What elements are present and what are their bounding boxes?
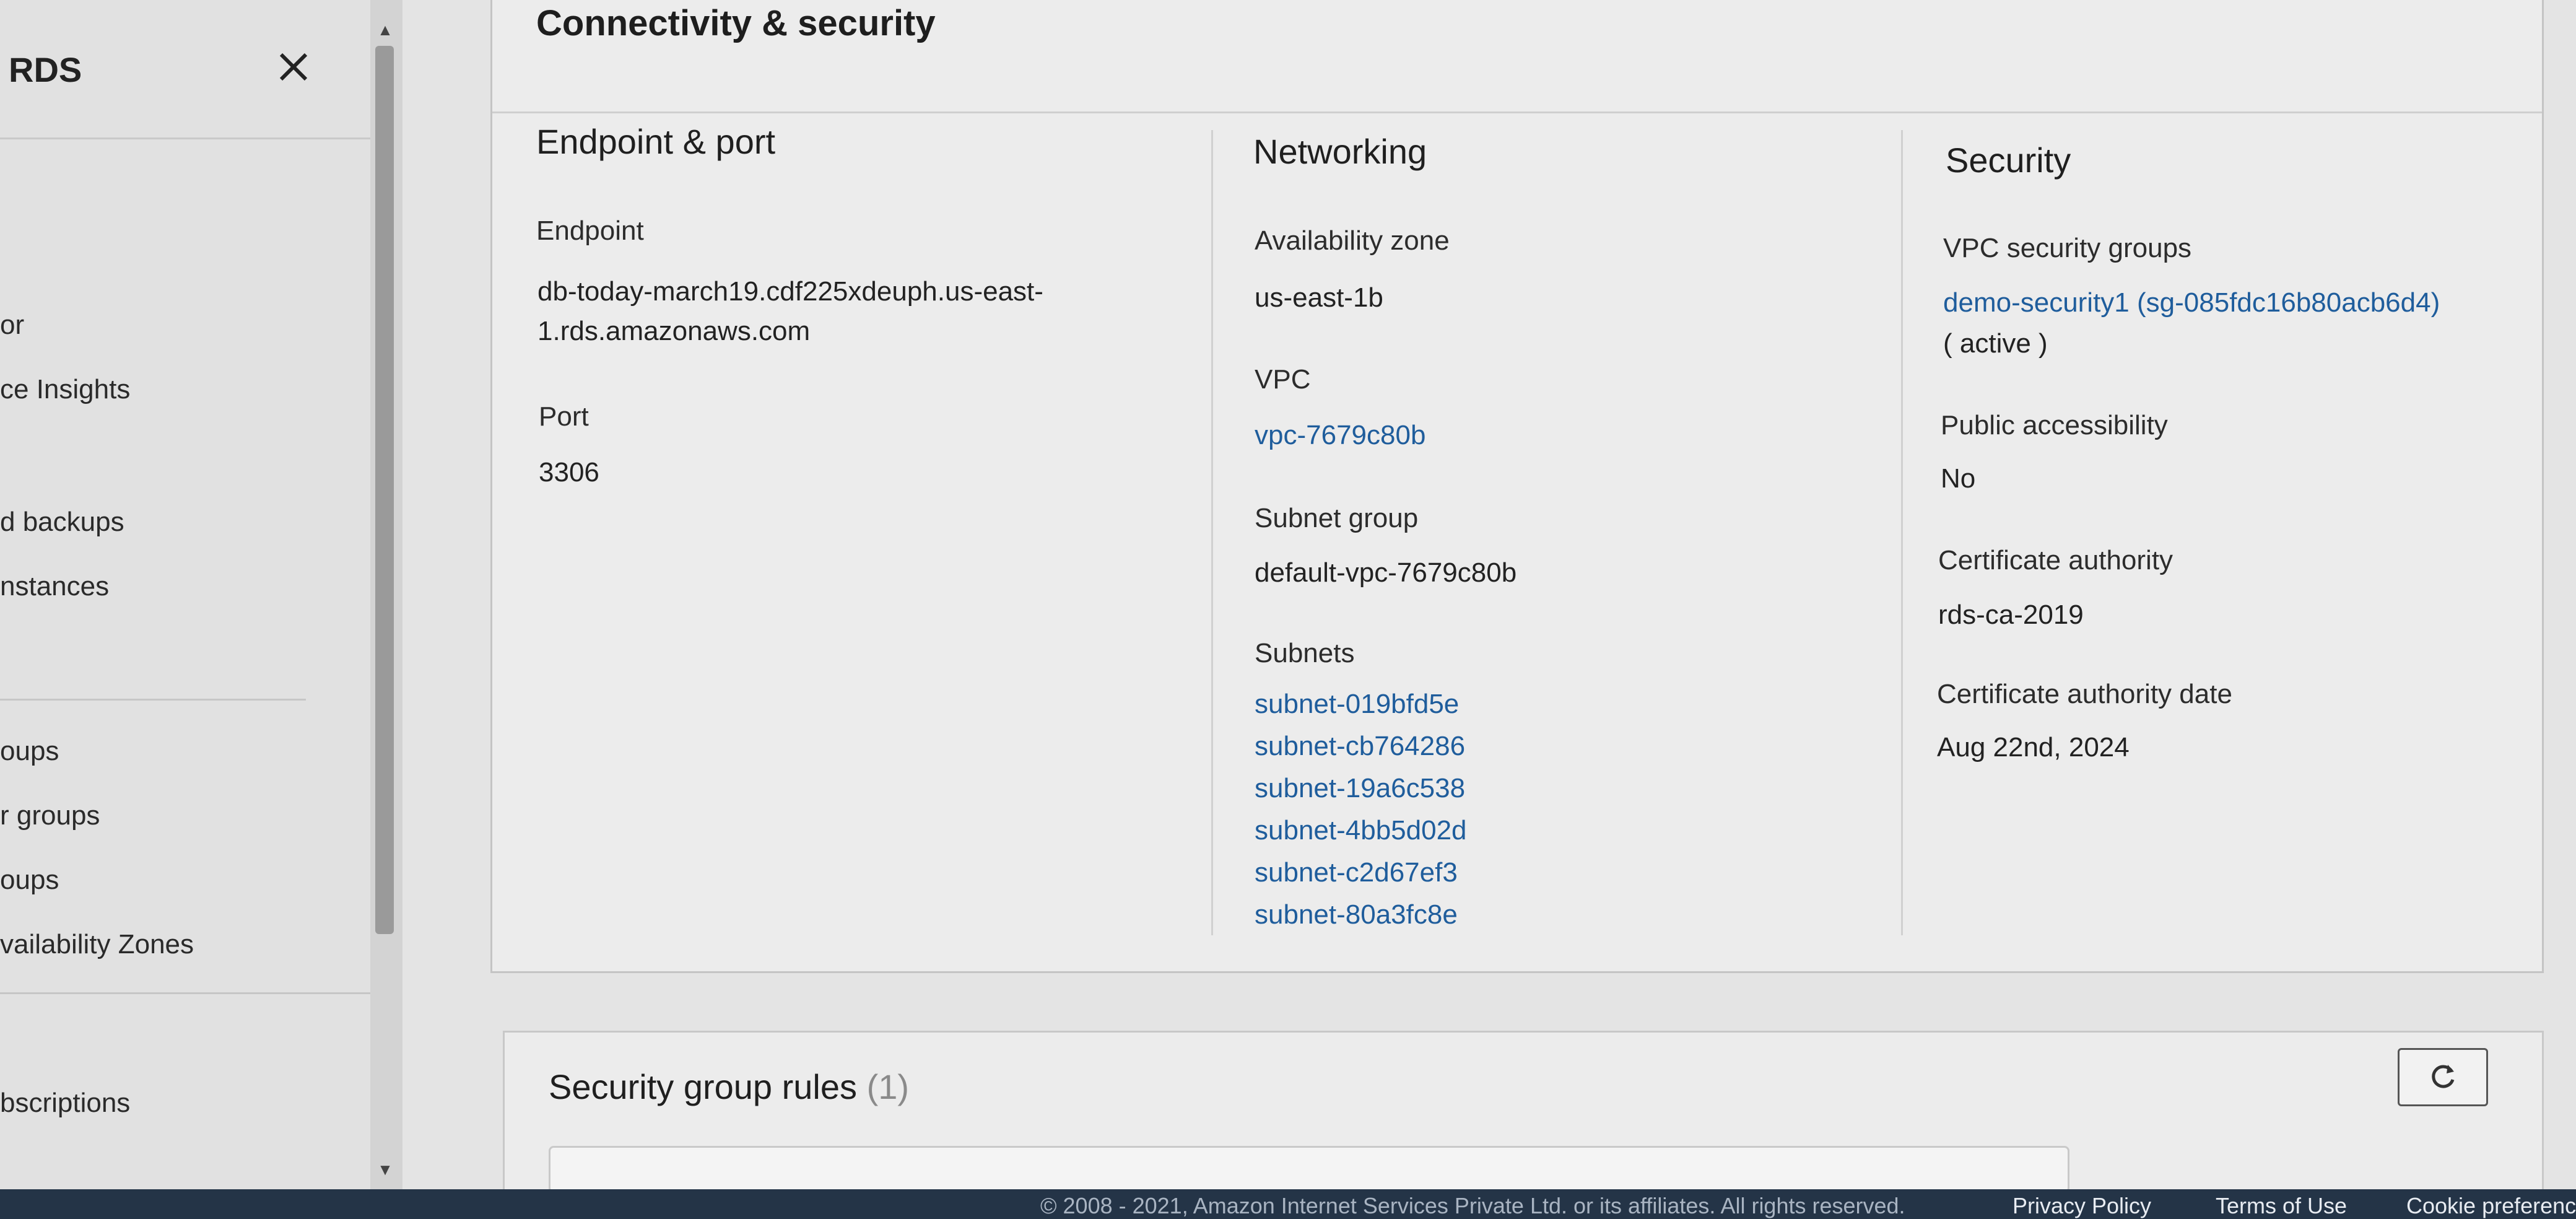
rules-title-text: Security group rules (549, 1067, 858, 1106)
panel-title: Connectivity & security (536, 3, 936, 43)
endpoint-value-line2[interactable]: 1.rds.amazonaws.com (537, 316, 810, 347)
endpoint-port-heading: Endpoint & port (536, 122, 776, 161)
divider (0, 992, 370, 994)
networking-heading: Networking (1253, 132, 1427, 171)
port-value: 3306 (539, 457, 599, 487)
public-accessibility-value: No (1941, 463, 1976, 494)
certificate-authority-date-label: Certificate authority date (1937, 679, 2232, 709)
subnet-link[interactable]: subnet-cb764286 (1255, 731, 1465, 762)
subnet-group-label: Subnet group (1255, 503, 1419, 533)
scroll-up-arrow-icon[interactable]: ▲ (372, 16, 399, 43)
endpoint-value-line1[interactable]: db-today-march19.cdf225xdeuph.us-east- (537, 276, 1043, 307)
sidebar-item[interactable]: or (0, 310, 24, 341)
vpc-label: VPC (1255, 364, 1311, 395)
footer: © 2008 - 2021, Amazon Internet Services … (0, 1189, 2576, 1219)
availability-zone-label: Availability zone (1255, 225, 1450, 256)
connectivity-security-panel (490, 0, 2544, 973)
subnet-link[interactable]: subnet-80a3fc8e (1255, 899, 1458, 930)
availability-zone-value: us-east-1b (1255, 282, 1383, 313)
copyright-text: © 2008 - 2021, Amazon Internet Services … (1040, 1193, 1905, 1218)
sidebar-item[interactable]: ce Insights (0, 374, 130, 405)
endpoint-label: Endpoint (536, 216, 644, 246)
column-divider (1901, 130, 1903, 935)
divider (0, 699, 306, 701)
subnet-link[interactable]: subnet-19a6c538 (1255, 773, 1465, 804)
privacy-policy-link[interactable]: Privacy Policy (2012, 1193, 2151, 1219)
rules-search-input[interactable] (549, 1146, 2069, 1193)
sidebar-item[interactable]: bscriptions (0, 1088, 130, 1119)
certificate-authority-value: rds-ca-2019 (1938, 600, 2084, 630)
column-divider (1211, 130, 1213, 935)
scroll-down-arrow-icon[interactable]: ▼ (372, 1156, 399, 1183)
refresh-icon (2432, 1065, 2455, 1088)
sidebar-item[interactable]: oups (0, 865, 59, 896)
sidebar: RDS or ce Insights d backups nstances oups r … (0, 0, 370, 1189)
public-accessibility-label: Public accessibility (1941, 410, 2168, 440)
security-group-status: ( active ) (1943, 328, 2048, 359)
security-group-link[interactable]: demo-security1 (sg-085fdc16b80acb6d4) (1943, 287, 2440, 318)
subnets-label: Subnets (1255, 638, 1355, 668)
sidebar-header: RDS (0, 0, 370, 139)
sidebar-item[interactable]: oups (0, 736, 59, 767)
sidebar-title: RDS (9, 50, 82, 89)
security-heading: Security (1946, 141, 2071, 180)
sidebar-item[interactable]: vailability Zones (0, 929, 194, 960)
rules-count: (1) (866, 1067, 910, 1106)
port-label: Port (539, 401, 589, 432)
vpc-security-groups-label: VPC security groups (1943, 233, 2192, 263)
terms-of-use-link[interactable]: Terms of Use (2216, 1193, 2347, 1219)
subnet-group-value: default-vpc-7679c80b (1255, 557, 1517, 588)
sidebar-item[interactable]: d backups (0, 507, 124, 538)
subnet-link[interactable]: subnet-4bb5d02d (1255, 815, 1467, 846)
security-group-rules-heading: Security group rules (1) (549, 1067, 909, 1107)
cookie-preferences-link[interactable]: Cookie preferences (2406, 1193, 2576, 1219)
certificate-authority-date-value: Aug 22nd, 2024 (1937, 732, 2130, 762)
sidebar-item[interactable]: r groups (0, 800, 100, 831)
sidebar-item[interactable]: nstances (0, 571, 109, 602)
close-icon[interactable] (275, 48, 312, 85)
subnet-link[interactable]: subnet-c2d67ef3 (1255, 857, 1458, 888)
vpc-link[interactable]: vpc-7679c80b (1255, 420, 1425, 451)
scrollbar-thumb[interactable] (375, 46, 394, 934)
refresh-button[interactable] (2398, 1048, 2488, 1106)
certificate-authority-label: Certificate authority (1938, 545, 2174, 575)
subnet-link[interactable]: subnet-019bfd5e (1255, 689, 1459, 720)
